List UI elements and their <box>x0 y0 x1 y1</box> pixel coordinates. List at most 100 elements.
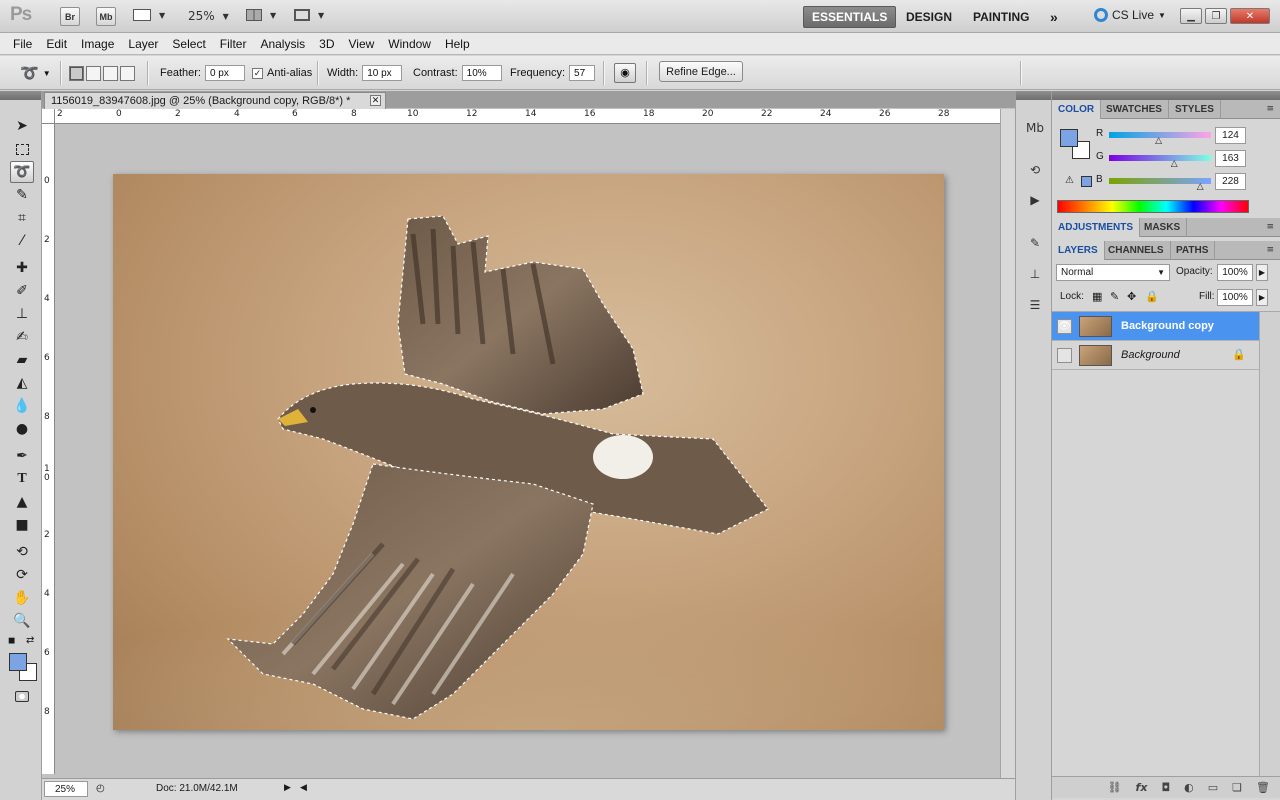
red-value-input[interactable]: 124 <box>1215 127 1246 144</box>
close-button[interactable]: ✕ <box>1230 8 1270 24</box>
green-slider[interactable]: △ <box>1109 155 1211 169</box>
3d-orbit-tool[interactable]: ⟳ <box>10 564 34 586</box>
screen-mode-dropdown[interactable]: ▼ <box>294 9 324 21</box>
new-group-icon[interactable]: ▭ <box>1208 781 1218 794</box>
fx-icon[interactable]: fx <box>1136 781 1148 794</box>
menu-3d[interactable]: 3D <box>312 37 341 51</box>
default-colors-icon[interactable]: ◼ <box>8 636 15 646</box>
feather-input[interactable]: 0 px <box>204 65 245 81</box>
cs-live-menu[interactable]: CS Live ▼ <box>1094 8 1166 22</box>
paint-bucket-tool[interactable]: ◭ <box>10 372 34 394</box>
menu-file[interactable]: File <box>6 37 39 51</box>
status-menu-arrow-icon[interactable]: ▶ <box>284 782 291 793</box>
brush-presets-panel-icon[interactable]: ✎ <box>1025 234 1045 252</box>
tab-masks[interactable]: MASKS <box>1138 218 1188 237</box>
green-slider-thumb[interactable]: △ <box>1171 159 1178 169</box>
menu-edit[interactable]: Edit <box>39 37 74 51</box>
red-slider-thumb[interactable]: △ <box>1155 136 1162 146</box>
new-selection-button[interactable] <box>69 65 84 81</box>
tool-presets-panel-icon[interactable]: ☰ <box>1025 296 1045 314</box>
opacity-input[interactable]: 100% <box>1217 264 1253 281</box>
brush-tool[interactable]: ✐ <box>10 280 34 302</box>
document-size-info[interactable]: Doc: 21.0M/42.1M <box>156 783 238 794</box>
type-tool[interactable]: T <box>10 468 34 490</box>
history-panel-icon[interactable]: ⟲ <box>1025 161 1045 179</box>
minimize-button[interactable]: ▁ <box>1180 8 1202 24</box>
vertical-ruler[interactable]: 0 2 4 6 8 1 0 2 4 6 8 <box>42 124 55 774</box>
tab-swatches[interactable]: SWATCHES <box>1100 100 1169 119</box>
menu-image[interactable]: Image <box>74 37 121 51</box>
lock-transparency-icon[interactable]: ▦ <box>1092 290 1102 303</box>
subtract-from-selection-button[interactable] <box>103 65 118 81</box>
mini-bridge-panel-icon[interactable]: Mb <box>1025 119 1045 137</box>
arrange-documents-dropdown[interactable]: ▼ <box>246 9 276 21</box>
intersect-selection-button[interactable] <box>120 65 135 81</box>
panel-menu-icon[interactable]: ≡ <box>1266 104 1274 114</box>
workspace-essentials[interactable]: ESSENTIALS <box>803 6 897 28</box>
panel-group-header[interactable] <box>1052 91 1280 100</box>
tab-adjustments[interactable]: ADJUSTMENTS <box>1052 218 1141 237</box>
green-value-input[interactable]: 163 <box>1215 150 1246 167</box>
clone-stamp-tool[interactable]: ⊥ <box>10 303 34 325</box>
tab-styles[interactable]: STYLES <box>1169 100 1221 119</box>
contrast-input[interactable]: 10% <box>461 65 502 81</box>
dodge-tool[interactable]: ● <box>10 418 34 440</box>
zoom-tool[interactable]: 🔍 <box>10 610 34 632</box>
tool-preset-picker[interactable]: ➰ ▼ <box>20 56 51 90</box>
refine-edge-button[interactable]: Refine Edge... <box>659 61 743 82</box>
opacity-slider-arrow-icon[interactable]: ▶ <box>1256 264 1268 281</box>
document-tab[interactable]: 1156019_83947608.jpg @ 25% (Background c… <box>44 92 386 109</box>
menu-help[interactable]: Help <box>438 37 477 51</box>
visibility-eye-icon[interactable]: 👁 <box>1057 319 1072 334</box>
hand-tool[interactable]: ✋ <box>10 587 34 609</box>
tools-panel-header[interactable] <box>0 91 41 100</box>
mini-bridge-button[interactable]: Mb <box>96 7 116 26</box>
adjustment-layer-icon[interactable]: ◐ <box>1184 781 1194 794</box>
workspace-design[interactable]: DESIGN <box>898 6 960 28</box>
vertical-scrollbar[interactable] <box>1000 109 1015 781</box>
gamut-color-swatch[interactable] <box>1081 176 1092 187</box>
add-to-selection-button[interactable] <box>86 65 101 81</box>
eraser-tool[interactable]: ▰ <box>10 349 34 371</box>
layer-row-background[interactable]: Background 🔒 <box>1052 341 1259 370</box>
actions-panel-icon[interactable]: ▶ <box>1025 191 1045 209</box>
lock-position-icon[interactable]: ✥ <box>1127 290 1136 303</box>
tab-layers[interactable]: LAYERS <box>1052 241 1105 260</box>
eyedropper-tool[interactable]: ⁄ <box>10 230 34 252</box>
restore-button[interactable]: ❐ <box>1205 8 1227 24</box>
strip-header[interactable] <box>1016 91 1051 100</box>
crop-tool[interactable]: ⌗ <box>10 207 34 229</box>
rectangle-tool[interactable]: ■ <box>10 514 34 536</box>
tablet-pressure-button[interactable]: ◉ <box>614 56 636 90</box>
lock-image-pixels-icon[interactable]: ✎ <box>1110 290 1119 303</box>
blur-tool[interactable]: 💧 <box>10 395 34 417</box>
status-icon[interactable]: ◴ <box>96 783 105 794</box>
tab-channels[interactable]: CHANNELS <box>1102 241 1171 260</box>
menu-analysis[interactable]: Analysis <box>253 37 312 51</box>
red-slider[interactable]: △ <box>1109 132 1211 146</box>
out-of-gamut-warning-icon[interactable]: ⚠ <box>1065 175 1074 186</box>
marquee-tool[interactable] <box>10 138 34 160</box>
healing-brush-tool[interactable]: ✚ <box>10 257 34 279</box>
pen-tool[interactable]: ✒ <box>10 445 34 467</box>
menu-filter[interactable]: Filter <box>213 37 254 51</box>
layers-scrollbar[interactable] <box>1259 312 1280 776</box>
add-mask-icon[interactable]: ◘ <box>1161 781 1170 794</box>
lasso-tool[interactable]: ➰ <box>10 161 34 183</box>
blue-slider[interactable]: △ <box>1109 178 1211 192</box>
blend-mode-select[interactable]: Normal ▼ <box>1056 264 1170 281</box>
visibility-toggle-empty[interactable] <box>1057 348 1072 363</box>
zoom-level-dropdown[interactable]: 25% ▼ <box>188 9 229 23</box>
panel-menu-icon[interactable]: ≡ <box>1266 222 1274 232</box>
trash-icon[interactable]: 🗑 <box>1256 781 1270 794</box>
frequency-input[interactable]: 57 <box>569 65 596 81</box>
menu-view[interactable]: View <box>341 37 381 51</box>
move-tool[interactable]: ➤ <box>10 115 34 137</box>
bridge-button[interactable]: Br <box>60 7 80 26</box>
quick-mask-button[interactable] <box>10 685 34 707</box>
horizontal-ruler[interactable]: 2 0 2 4 6 8 10 12 14 16 18 20 22 24 26 2… <box>55 109 1000 124</box>
foreground-color-swatch[interactable] <box>9 653 27 671</box>
panel-menu-icon[interactable]: ≡ <box>1266 245 1274 255</box>
color-panel-foreground-swatch[interactable] <box>1060 129 1078 147</box>
workspace-painting[interactable]: PAINTING <box>965 6 1037 28</box>
